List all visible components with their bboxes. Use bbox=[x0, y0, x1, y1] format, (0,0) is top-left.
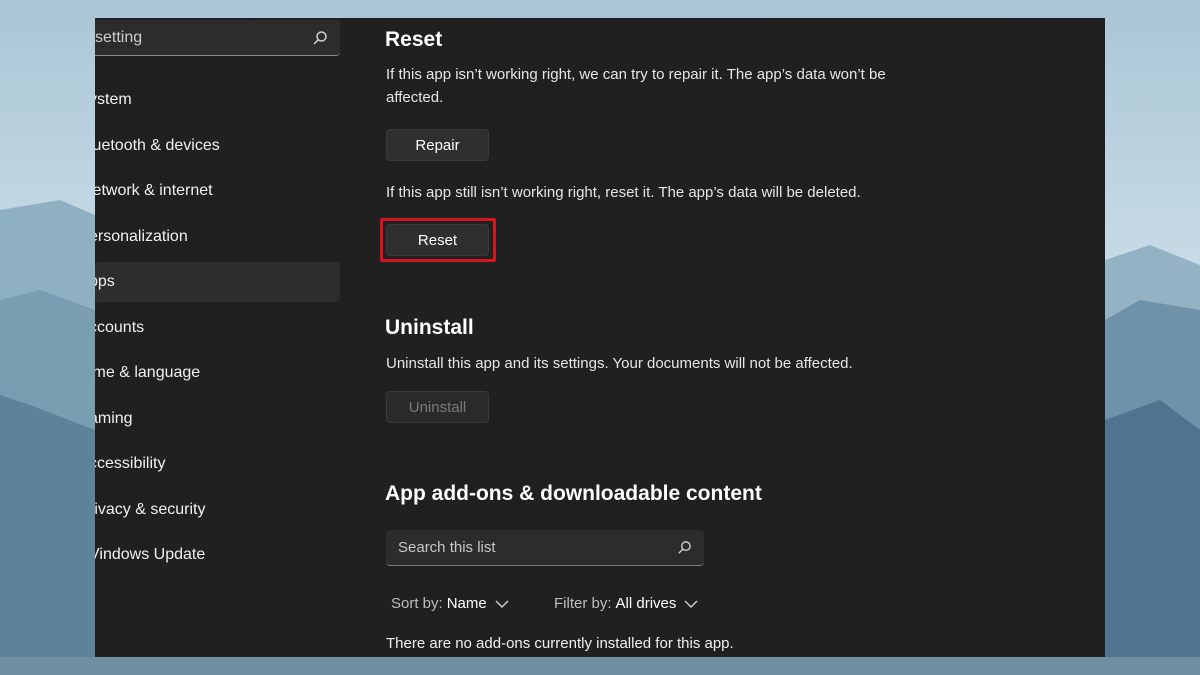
reset-heading: Reset bbox=[385, 28, 443, 51]
sidebar-item-label: ccounts bbox=[95, 318, 145, 336]
uninstall-heading: Uninstall bbox=[385, 316, 474, 339]
sort-dropdown[interactable]: Sort by: Name bbox=[391, 595, 509, 612]
sidebar-item-accounts[interactable]: ccounts bbox=[95, 308, 340, 348]
addons-search-box[interactable]: Search this list bbox=[386, 530, 704, 566]
sidebar-item-accessibility[interactable]: ccessibility bbox=[95, 444, 340, 484]
sidebar-item-label: Vindows Update bbox=[95, 546, 206, 563]
reset-description: If this app still isn’t working right, r… bbox=[386, 184, 861, 201]
settings-search-box[interactable]: setting bbox=[95, 20, 340, 56]
sidebar-item-label: ystem bbox=[95, 91, 132, 108]
sidebar-item-label: aming bbox=[95, 409, 133, 427]
sidebar-item-bluetooth[interactable]: luetooth & devices bbox=[95, 126, 340, 166]
sidebar-item-network[interactable]: letwork & internet bbox=[95, 171, 340, 211]
sidebar-item-label: ersonalization bbox=[95, 227, 188, 245]
repair-button[interactable]: Repair bbox=[386, 129, 489, 161]
sidebar-item-time-language[interactable]: ime & language bbox=[95, 353, 340, 393]
search-icon[interactable] bbox=[677, 540, 692, 555]
reset-button[interactable]: Reset bbox=[386, 224, 489, 256]
uninstall-description: Uninstall this app and its settings. You… bbox=[386, 355, 853, 372]
sidebar-item-gaming[interactable]: aming bbox=[95, 399, 340, 439]
addons-heading: App add-ons & downloadable content bbox=[385, 482, 762, 505]
filter-value: All drives bbox=[615, 595, 677, 612]
sidebar-item-system[interactable]: ystem bbox=[95, 80, 340, 120]
sidebar-item-label: letwork & internet bbox=[95, 182, 213, 199]
filter-dropdown[interactable]: Filter by: All drives bbox=[554, 595, 698, 612]
sidebar-item-windows-update[interactable]: Vindows Update bbox=[95, 535, 340, 575]
chevron-down-icon bbox=[684, 600, 698, 608]
uninstall-button[interactable]: Uninstall bbox=[386, 391, 489, 423]
search-icon[interactable] bbox=[312, 30, 328, 46]
nav-list: ystem luetooth & devices letwork & inter… bbox=[95, 80, 357, 581]
sort-value: Name bbox=[446, 595, 487, 612]
filter-label: Filter by: bbox=[554, 595, 612, 612]
main-content: Reset If this app isn’t working right, w… bbox=[380, 18, 1105, 657]
no-addons-message: There are no add-ons currently installed… bbox=[386, 635, 734, 652]
sidebar-item-label: luetooth & devices bbox=[95, 136, 220, 154]
sidebar-item-personalization[interactable]: ersonalization bbox=[95, 217, 340, 257]
sidebar: setting ystem luetooth & devices letwork… bbox=[95, 18, 357, 657]
sidebar-item-label: ime & language bbox=[95, 364, 201, 381]
repair-description: If this app isn’t working right, we can … bbox=[386, 66, 886, 106]
sidebar-item-label: pps bbox=[95, 273, 115, 290]
settings-search-input[interactable]: setting bbox=[95, 29, 142, 47]
addons-search-input[interactable]: Search this list bbox=[398, 539, 496, 556]
sidebar-item-label: rivacy & security bbox=[95, 500, 206, 518]
sidebar-item-apps[interactable]: pps bbox=[95, 262, 340, 302]
sidebar-item-label: ccessibility bbox=[95, 455, 166, 472]
settings-window: setting ystem luetooth & devices letwork… bbox=[95, 18, 1105, 657]
sidebar-item-privacy-security[interactable]: rivacy & security bbox=[95, 490, 340, 530]
sort-label: Sort by: bbox=[391, 595, 443, 612]
chevron-down-icon bbox=[495, 600, 509, 608]
